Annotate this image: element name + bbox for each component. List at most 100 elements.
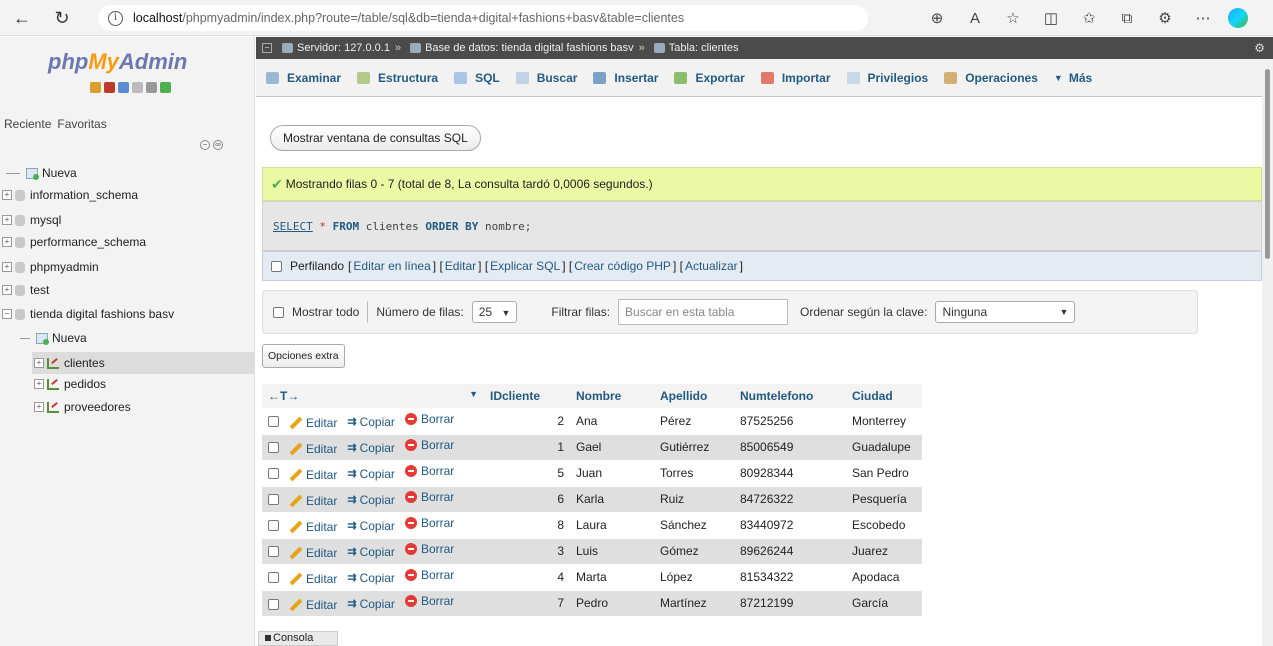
column-arrows-icon[interactable]: ←T→ xyxy=(268,389,299,403)
cell-ciudad[interactable]: Escobedo xyxy=(846,511,922,538)
cell-numtelefono[interactable]: 80928344 xyxy=(734,459,846,486)
tab-privileges[interactable]: Privilegios xyxy=(846,71,928,85)
favorite-star-icon[interactable]: ☆ xyxy=(994,9,1032,27)
scrollbar[interactable] xyxy=(1262,59,1273,646)
console-tab[interactable]: Consola xyxy=(258,631,338,646)
tab-more[interactable]: ▼ Más xyxy=(1054,71,1092,85)
tab-search[interactable]: Buscar xyxy=(515,71,577,85)
cell-numtelefono[interactable]: 81534322 xyxy=(734,563,846,590)
edit-button[interactable]: Editar xyxy=(289,468,337,482)
row-checkbox[interactable] xyxy=(268,468,279,480)
favorites-icon[interactable]: ✩ xyxy=(1070,9,1108,27)
cell-idcliente[interactable]: 8 xyxy=(484,511,570,538)
row-checkbox[interactable] xyxy=(268,546,279,558)
copy-button[interactable]: ⇉ Copiar xyxy=(347,571,395,585)
cell-nombre[interactable]: Luis xyxy=(570,537,654,564)
row-checkbox[interactable] xyxy=(268,572,279,584)
edit-link[interactable]: Editar xyxy=(445,259,476,273)
edit-button[interactable]: Editar xyxy=(289,572,337,586)
edit-button[interactable]: Editar xyxy=(289,598,337,612)
cell-ciudad[interactable]: García xyxy=(846,589,922,616)
expand-icon[interactable]: + xyxy=(2,285,12,295)
cell-nombre[interactable]: Pedro xyxy=(570,589,654,616)
info-icon[interactable]: i xyxy=(108,10,123,26)
tab-operations[interactable]: Operaciones xyxy=(944,71,1038,85)
zoom-icon[interactable]: ⊕ xyxy=(918,9,956,27)
edit-button[interactable]: Editar xyxy=(289,494,337,508)
delete-button[interactable]: Borrar xyxy=(404,438,454,452)
filter-rows-input[interactable]: Buscar en esta tabla xyxy=(618,299,789,325)
show-all-checkbox[interactable] xyxy=(273,306,284,318)
sort-select[interactable]: Ninguna ▼ xyxy=(935,301,1076,323)
cell-apellido[interactable]: Torres xyxy=(654,459,734,486)
row-checkbox[interactable] xyxy=(268,416,279,428)
header-numtelefono[interactable]: Numtelefono xyxy=(734,384,846,408)
back-icon[interactable]: ← xyxy=(6,4,38,32)
tab-structure[interactable]: Estructura xyxy=(357,71,438,85)
home-icon[interactable] xyxy=(90,82,101,93)
refresh-link[interactable]: Actualizar xyxy=(685,259,738,273)
cell-ciudad[interactable]: Pesquería xyxy=(846,485,922,512)
tree-item-test[interactable]: + test xyxy=(0,283,49,297)
cell-apellido[interactable]: Gómez xyxy=(654,537,734,564)
copy-button[interactable]: ⇉ Copiar xyxy=(347,519,395,533)
edit-button[interactable]: Editar xyxy=(289,546,337,560)
row-checkbox[interactable] xyxy=(268,494,279,506)
collections-icon[interactable]: ⧉ xyxy=(1108,10,1146,27)
cell-idcliente[interactable]: 5 xyxy=(484,459,570,486)
tree-item-pedidos[interactable]: + pedidos xyxy=(32,377,106,391)
tree-item-information-schema[interactable]: + information_schema xyxy=(0,188,138,202)
edit-inline-link[interactable]: Editar en línea xyxy=(353,259,430,273)
cell-apellido[interactable]: López xyxy=(654,563,734,590)
collapse-all-icon[interactable]: − xyxy=(200,140,210,150)
tree-item-proveedores[interactable]: + proveedores xyxy=(32,400,131,414)
cell-ciudad[interactable]: Monterrey xyxy=(846,407,922,434)
breadcrumb-server[interactable]: Servidor: 127.0.0.1 xyxy=(297,42,390,54)
expand-icon[interactable]: + xyxy=(2,190,12,200)
expand-icon[interactable]: + xyxy=(34,402,44,412)
delete-button[interactable]: Borrar xyxy=(404,412,454,426)
delete-button[interactable]: Borrar xyxy=(404,568,454,582)
breadcrumb-database[interactable]: Base de datos: tienda digital fashions b… xyxy=(425,42,634,54)
copy-button[interactable]: ⇉ Copiar xyxy=(347,545,395,559)
delete-button[interactable]: Borrar xyxy=(404,464,454,478)
delete-button[interactable]: Borrar xyxy=(404,542,454,556)
copy-button[interactable]: ⇉ Copiar xyxy=(347,415,395,429)
copy-button[interactable]: ⇉ Copiar xyxy=(347,467,395,481)
collapse-icon[interactable]: − xyxy=(2,309,12,319)
extra-options-button[interactable]: Opciones extra xyxy=(262,344,345,368)
tree-item-clientes[interactable]: + clientes xyxy=(32,352,254,374)
edit-button[interactable]: Editar xyxy=(289,442,337,456)
expand-icon[interactable]: + xyxy=(2,262,12,272)
cell-numtelefono[interactable]: 89626244 xyxy=(734,537,846,564)
show-sql-window-button[interactable]: Mostrar ventana de consultas SQL xyxy=(270,125,481,151)
rows-select[interactable]: 25 ▼ xyxy=(471,301,518,323)
tab-recent[interactable]: Reciente xyxy=(4,117,51,131)
cell-numtelefono[interactable]: 87525256 xyxy=(734,407,846,434)
row-checkbox[interactable] xyxy=(268,442,279,454)
cell-idcliente[interactable]: 1 xyxy=(484,433,570,460)
expand-icon[interactable]: + xyxy=(2,215,12,225)
sql-query-display[interactable]: SELECT * FROM clientes ORDER BY nombre; xyxy=(262,201,1262,251)
cell-apellido[interactable]: Gutiérrez xyxy=(654,433,734,460)
split-screen-icon[interactable]: ◫ xyxy=(1032,9,1070,27)
tree-item-new-table[interactable]: Nueva xyxy=(20,331,87,345)
delete-button[interactable]: Borrar xyxy=(404,516,454,530)
cell-idcliente[interactable]: 3 xyxy=(484,537,570,564)
explain-sql-link[interactable]: Explicar SQL xyxy=(490,259,560,273)
copy-button[interactable]: ⇉ Copiar xyxy=(347,493,395,507)
cell-nombre[interactable]: Juan xyxy=(570,459,654,486)
cell-ciudad[interactable]: San Pedro xyxy=(846,459,922,486)
cell-idcliente[interactable]: 7 xyxy=(484,589,570,616)
cell-apellido[interactable]: Ruiz xyxy=(654,485,734,512)
cell-ciudad[interactable]: Guadalupe xyxy=(846,433,922,460)
copy-button[interactable]: ⇉ Copiar xyxy=(347,597,395,611)
logout-icon[interactable] xyxy=(104,82,115,93)
row-checkbox[interactable] xyxy=(268,598,279,610)
tree-item-tienda-digital-fashions-basv[interactable]: − tienda digital fashions basv xyxy=(0,307,174,321)
cell-numtelefono[interactable]: 85006549 xyxy=(734,433,846,460)
extensions-icon[interactable]: ⚙ xyxy=(1146,9,1184,27)
expand-icon[interactable]: + xyxy=(34,379,44,389)
collapse-nav-icon[interactable]: − xyxy=(262,43,272,53)
delete-button[interactable]: Borrar xyxy=(404,490,454,504)
